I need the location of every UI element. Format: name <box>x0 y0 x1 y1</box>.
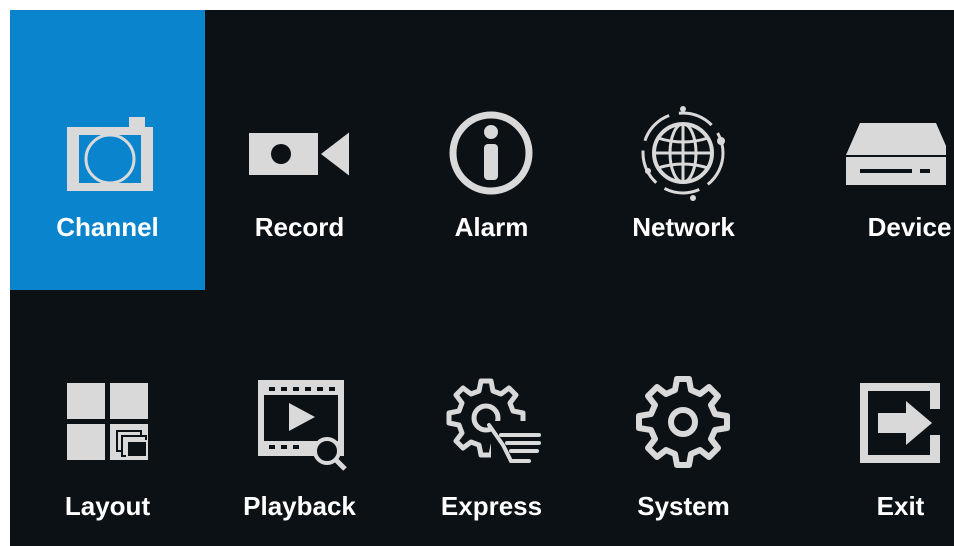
playback-search-icon <box>249 373 349 473</box>
menu-item-express[interactable]: Express <box>394 290 589 546</box>
menu-item-alarm[interactable]: Alarm <box>394 10 589 290</box>
camera-icon <box>57 103 157 203</box>
gear-icon <box>633 373 733 473</box>
gear-hand-icon <box>441 373 541 473</box>
menu-item-record[interactable]: Record <box>202 10 397 290</box>
menu-item-label: Exit <box>876 491 925 521</box>
exit-icon <box>848 373 948 473</box>
menu-item-channel[interactable]: Channel <box>10 10 205 290</box>
menu-item-system[interactable]: System <box>586 290 781 546</box>
menu-item-label: Record <box>254 212 345 242</box>
menu-item-label: Alarm <box>454 212 529 242</box>
grid-layout-icon <box>57 373 157 473</box>
menu-item-device[interactable]: Device <box>778 10 954 290</box>
globe-icon <box>633 103 733 203</box>
video-camera-icon <box>249 103 349 203</box>
menu-item-label: Express <box>440 491 543 521</box>
menu-item-label: System <box>637 491 730 521</box>
menu-item-label: Network <box>632 212 735 242</box>
main-menu: Channel Record Alarm Network Device Layo… <box>10 10 954 546</box>
menu-item-network[interactable]: Network <box>586 10 781 290</box>
menu-item-label: Layout <box>64 491 151 521</box>
menu-item-label: Channel <box>56 212 159 242</box>
menu-item-playback[interactable]: Playback <box>202 290 397 546</box>
hard-drive-icon <box>846 103 946 203</box>
menu-item-label: Playback <box>243 491 356 521</box>
menu-item-exit[interactable]: Exit <box>778 290 954 546</box>
info-icon <box>441 103 541 203</box>
menu-item-label: Device <box>867 212 952 242</box>
menu-item-layout[interactable]: Layout <box>10 290 205 546</box>
